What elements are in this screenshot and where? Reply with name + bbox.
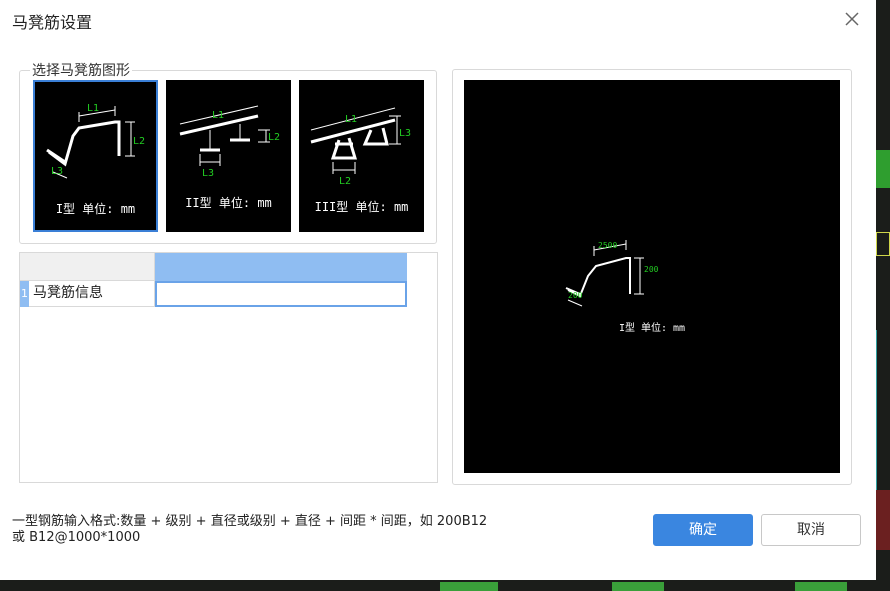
preview-dim-l2: 200 xyxy=(644,265,659,274)
stool-bar-settings-dialog: 马凳筋设置 选择马凳筋图形 L1 L2 L3 I型 单位: mm L1 L2 L… xyxy=(0,0,876,580)
hint-line-1: 一型钢筋输入格式:数量 + 级别 + 直径或级别 + 直径 + 间距 * 间距，… xyxy=(12,514,488,529)
hint-line-2: 或 B12@1000*1000 xyxy=(12,530,141,545)
type-2-label: II型 单位: mm xyxy=(185,196,272,210)
confirm-button[interactable]: 确定 xyxy=(653,514,753,546)
shape-option-type-1[interactable]: L1 L2 L3 I型 单位: mm xyxy=(33,80,158,232)
bg-block xyxy=(612,582,664,591)
type-1-dim-l2: L2 xyxy=(133,136,145,147)
bg-block xyxy=(440,582,498,591)
dialog-title: 马凳筋设置 xyxy=(12,13,93,32)
background-cad-canvas-right xyxy=(876,0,890,591)
preview-dim-l3: 200 xyxy=(568,291,583,300)
type-1-label: I型 单位: mm xyxy=(55,202,136,216)
grid-row-number: 1 xyxy=(20,281,29,307)
grid-column-header xyxy=(155,253,407,281)
type-2-dim-l3: L3 xyxy=(202,168,214,179)
type-1-dim-l1: L1 xyxy=(87,103,99,114)
type-3-dim-l1: L1 xyxy=(345,114,357,125)
type-1-dim-l3: L3 xyxy=(51,166,63,177)
close-button[interactable] xyxy=(842,9,862,29)
background-cad-canvas-bottom xyxy=(0,580,890,591)
stool-bar-info-input[interactable] xyxy=(155,281,407,307)
preview-canvas: 2500 200 200 I型 单位: mm xyxy=(464,80,840,473)
cancel-button[interactable]: 取消 xyxy=(761,514,861,546)
info-grid: 1 马凳筋信息 xyxy=(19,252,438,483)
input-format-hint: 一型钢筋输入格式:数量 + 级别 + 直径或级别 + 直径 + 间距 * 间距，… xyxy=(12,514,612,546)
bg-block xyxy=(876,150,890,188)
preview-dim-l1: 2500 xyxy=(598,241,617,250)
type-3-dim-l3: L3 xyxy=(399,128,411,139)
bg-block xyxy=(876,330,890,490)
shape-option-type-2[interactable]: L1 L2 L3 II型 单位: mm xyxy=(166,80,291,232)
preview-label: I型 单位: mm xyxy=(618,323,686,334)
type-3-label: III型 单位: mm xyxy=(314,200,409,214)
bg-block xyxy=(795,582,847,591)
shape-option-type-3[interactable]: L1 L2 L3 III型 单位: mm xyxy=(299,80,424,232)
grid-corner-header xyxy=(20,253,155,281)
bg-block xyxy=(876,490,890,550)
type-3-dim-l2: L2 xyxy=(339,176,351,187)
type-2-dim-l2: L2 xyxy=(268,132,280,143)
grid-row-label: 马凳筋信息 xyxy=(29,281,155,307)
type-2-dim-l1: L1 xyxy=(212,110,224,121)
bg-block xyxy=(876,232,890,256)
preview-shape-icon: 2500 200 200 xyxy=(565,240,659,307)
shape-selection-legend: 选择马凳筋图形 xyxy=(30,60,132,80)
close-icon xyxy=(845,12,859,26)
